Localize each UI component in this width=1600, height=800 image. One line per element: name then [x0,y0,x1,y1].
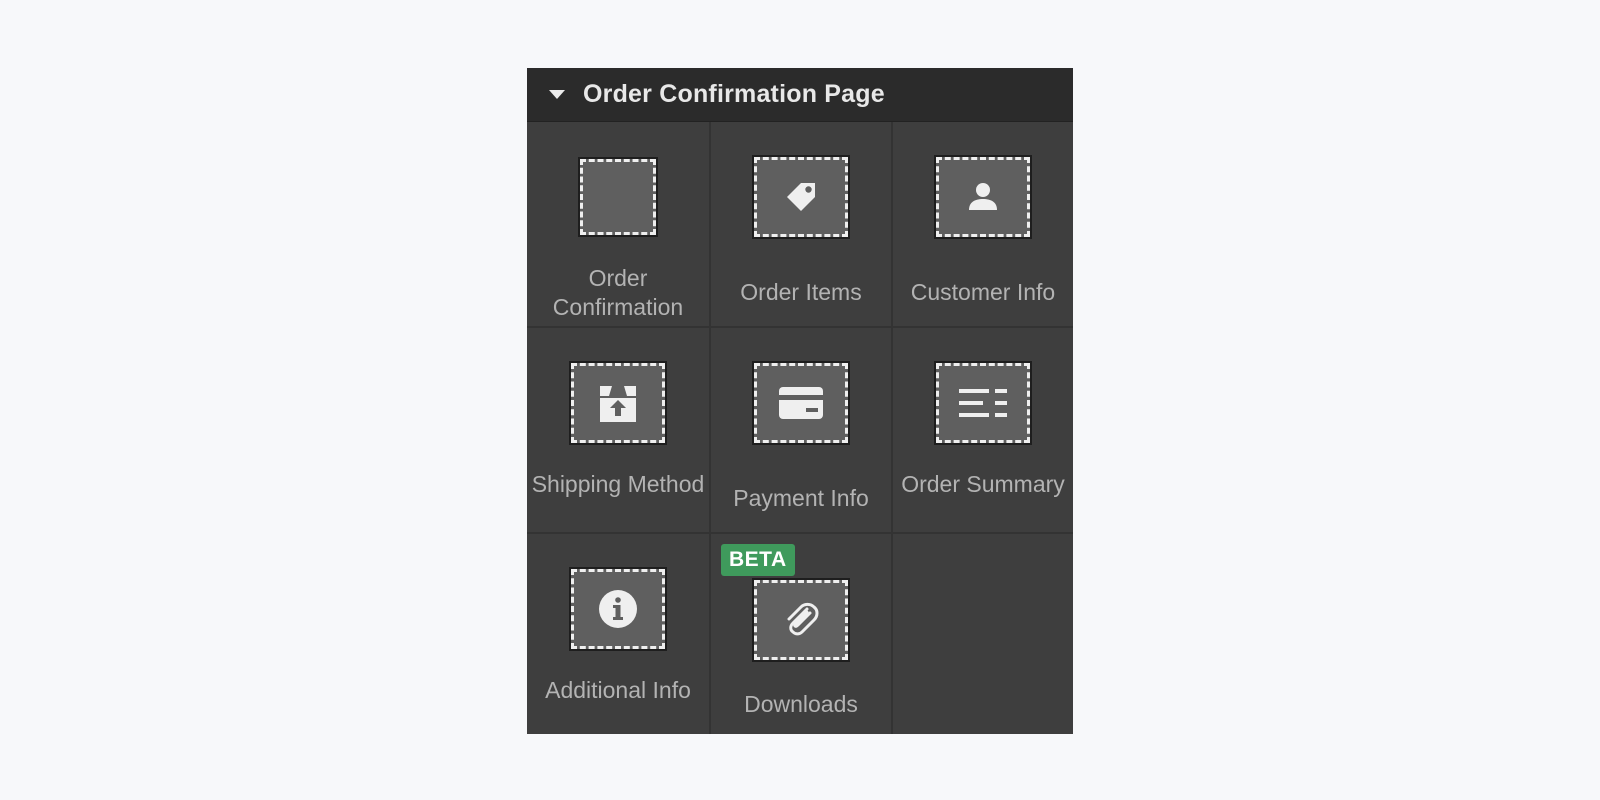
tag-icon [787,183,815,211]
beta-badge: BETA [721,544,795,576]
panel-header[interactable]: Order Confirmation Page [527,68,1073,122]
element-customer-info[interactable]: Customer Info [893,122,1073,328]
element-label: Order Confirmation [552,265,684,320]
element-label: Downloads [744,691,858,717]
element-label: Additional Info [545,677,691,703]
empty-block-icon [578,157,658,237]
element-order-confirmation[interactable]: Order Confirmation [527,122,711,328]
element-label: Shipping Method [531,471,705,497]
element-payment-info[interactable]: Payment Info [711,328,893,534]
panel-title: Order Confirmation Page [583,80,885,108]
list-lines-icon [959,389,1007,417]
element-label: Order Summary [901,471,1065,497]
caret-down-icon[interactable] [549,90,565,99]
elements-grid: Order Confirmation Order Items Customer … [527,122,1073,734]
element-order-summary[interactable]: Order Summary [893,328,1073,534]
order-confirmation-panel: Order Confirmation Page Order Confirmati… [527,68,1073,734]
person-icon [969,183,997,210]
box-upload-icon [600,386,636,422]
element-downloads[interactable]: BETA Downloads [711,534,893,734]
element-label: Order Items [740,279,862,305]
element-label: Payment Info [733,485,869,511]
element-additional-info[interactable]: Additional Info [527,534,711,734]
element-order-items[interactable]: Order Items [711,122,893,328]
paperclip-icon [787,602,819,636]
element-label: Customer Info [910,279,1056,305]
info-icon [599,590,637,628]
element-shipping-method[interactable]: Shipping Method [527,328,711,534]
credit-card-icon [779,387,823,419]
empty-cell [893,534,1073,734]
